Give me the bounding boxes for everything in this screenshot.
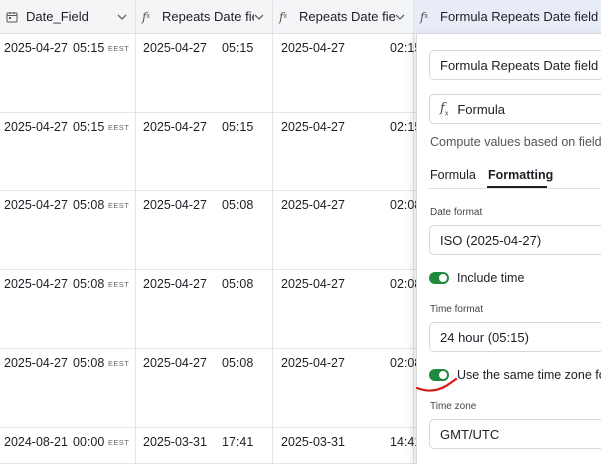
cell-date: 2025-04-27: [143, 356, 207, 370]
table-cell[interactable]: 2025-04-27 05:15 EEST: [0, 34, 136, 112]
cell-time: 00:00: [73, 435, 105, 449]
formula-icon: fx: [440, 101, 449, 118]
field-config-panel: Formula Repeats Date field copy fx Formu…: [416, 34, 601, 464]
formula-icon: fx: [420, 9, 428, 24]
column-title: Date_Field: [26, 9, 89, 24]
tab-divider: [429, 188, 601, 189]
table-cell[interactable]: 2025-04-27 05:08: [136, 349, 273, 427]
table-cell[interactable]: 2025-04-27 02:08: [273, 191, 421, 269]
table-cell[interactable]: 2025-04-27 05:15 EEST: [0, 113, 136, 190]
cell-time: 05:08: [73, 277, 105, 291]
cell-time: 05:15: [222, 41, 254, 55]
cell-time: 05:08: [222, 277, 254, 291]
cell-time: 05:08: [73, 356, 105, 370]
chevron-down-icon[interactable]: [117, 14, 131, 20]
cell-time: 05:15: [73, 120, 105, 134]
time-format-label: Time format: [430, 304, 483, 315]
cell-date: 2024-08-21: [4, 435, 68, 449]
time-zone-value: GMT/UTC: [440, 426, 500, 442]
cell-timezone: EEST: [108, 438, 130, 447]
include-time-label: Include time: [457, 271, 525, 285]
chevron-down-icon[interactable]: [254, 14, 268, 20]
same-time-zone-toggle[interactable]: [429, 369, 449, 381]
cell-date: 2025-04-27: [143, 198, 207, 212]
column-title: Repeats Date fiel...: [299, 9, 395, 24]
cell-date: 2025-04-27: [143, 41, 207, 55]
formula-icon: fx: [142, 9, 150, 24]
cell-date: 2025-04-27: [4, 120, 68, 134]
table-cell[interactable]: 2025-04-27 05:15: [136, 34, 273, 112]
table-cell[interactable]: 2025-04-27 05:08 EEST: [0, 349, 136, 427]
cell-time: 05:08: [222, 356, 254, 370]
cell-timezone: EEST: [108, 280, 130, 289]
cell-timezone: EEST: [108, 201, 130, 210]
include-time-toggle[interactable]: [429, 272, 449, 284]
include-time-row: Include time: [429, 271, 524, 285]
table-cell[interactable]: 2024-08-21 00:00 EEST: [0, 428, 136, 463]
cell-date: 2025-04-27: [4, 41, 68, 55]
time-format-value: 24 hour (05:15): [440, 329, 529, 345]
cell-date: 2025-03-31: [281, 435, 345, 449]
calendar-icon: [6, 11, 20, 23]
table-cell[interactable]: 2025-04-27 05:08: [136, 270, 273, 348]
column-title: Formula Repeats Date field copy: [440, 9, 601, 24]
chevron-down-icon[interactable]: [395, 14, 409, 20]
date-format-label: Date format: [430, 207, 483, 218]
cell-timezone: EEST: [108, 123, 130, 132]
table-cell[interactable]: 2025-03-31 17:41: [136, 428, 273, 463]
table-cell[interactable]: 2025-04-27 05:08: [136, 191, 273, 269]
active-tab-indicator: [487, 186, 547, 188]
table-cell[interactable]: 2025-04-27 05:15: [136, 113, 273, 190]
field-type-value: Formula: [457, 101, 505, 117]
cell-date: 2025-04-27: [143, 120, 207, 134]
cell-time: 17:41: [222, 435, 254, 449]
cell-time: 05:15: [73, 41, 105, 55]
cell-date: 2025-04-27: [281, 41, 345, 55]
table-cell[interactable]: 2025-04-27 02:15: [273, 34, 421, 112]
help-text: Compute values based on fields.: [430, 135, 601, 149]
table-cell[interactable]: 2025-04-27 02:15: [273, 113, 421, 190]
cell-date: 2025-04-27: [4, 356, 68, 370]
table-cell[interactable]: 2025-04-27 05:08 EEST: [0, 270, 136, 348]
same-time-zone-label: Use the same time zone for a: [457, 368, 601, 382]
cell-date: 2025-03-31: [143, 435, 207, 449]
cell-time: 05:15: [222, 120, 254, 134]
column-header-repeats-date-field-2[interactable]: fx Repeats Date fiel...: [273, 0, 414, 34]
cell-date: 2025-04-27: [281, 277, 345, 291]
date-format-select[interactable]: ISO (2025-04-27): [429, 225, 601, 255]
formula-icon: fx: [279, 9, 287, 24]
tab-formula[interactable]: Formula: [430, 168, 476, 182]
cell-time: 05:08: [222, 198, 254, 212]
table-cell[interactable]: 2025-04-27 02:08: [273, 349, 421, 427]
column-header-repeats-date-field[interactable]: fx Repeats Date field: [136, 0, 273, 34]
cell-timezone: EEST: [108, 359, 130, 368]
cell-date: 2025-04-27: [281, 198, 345, 212]
time-zone-select[interactable]: GMT/UTC: [429, 419, 601, 449]
column-header-formula-copy[interactable]: fx Formula Repeats Date field copy: [414, 0, 601, 34]
table-cell[interactable]: 2025-04-27 02:08: [273, 270, 421, 348]
date-format-value: ISO (2025-04-27): [440, 232, 542, 248]
cell-date: 2025-04-27: [281, 356, 345, 370]
cell-timezone: EEST: [108, 44, 130, 53]
cell-date: 2025-04-27: [281, 120, 345, 134]
same-time-zone-row: Use the same time zone for a: [429, 368, 601, 382]
time-zone-label: Time zone: [430, 401, 477, 412]
cell-date: 2025-04-27: [4, 198, 68, 212]
column-title: Repeats Date field: [162, 9, 254, 24]
tab-formatting[interactable]: Formatting: [488, 168, 553, 182]
table-cell[interactable]: 2025-03-31 14:41: [273, 428, 421, 463]
cell-date: 2025-04-27: [4, 277, 68, 291]
cell-date: 2025-04-27: [143, 277, 207, 291]
table-cell[interactable]: 2025-04-27 05:08 EEST: [0, 191, 136, 269]
column-header-date-field[interactable]: Date_Field: [0, 0, 136, 34]
field-name-value: Formula Repeats Date field copy: [440, 57, 601, 73]
field-name-input[interactable]: Formula Repeats Date field copy: [429, 50, 601, 80]
cell-time: 05:08: [73, 198, 105, 212]
field-type-select[interactable]: fx Formula: [429, 94, 601, 124]
time-format-select[interactable]: 24 hour (05:15): [429, 322, 601, 352]
